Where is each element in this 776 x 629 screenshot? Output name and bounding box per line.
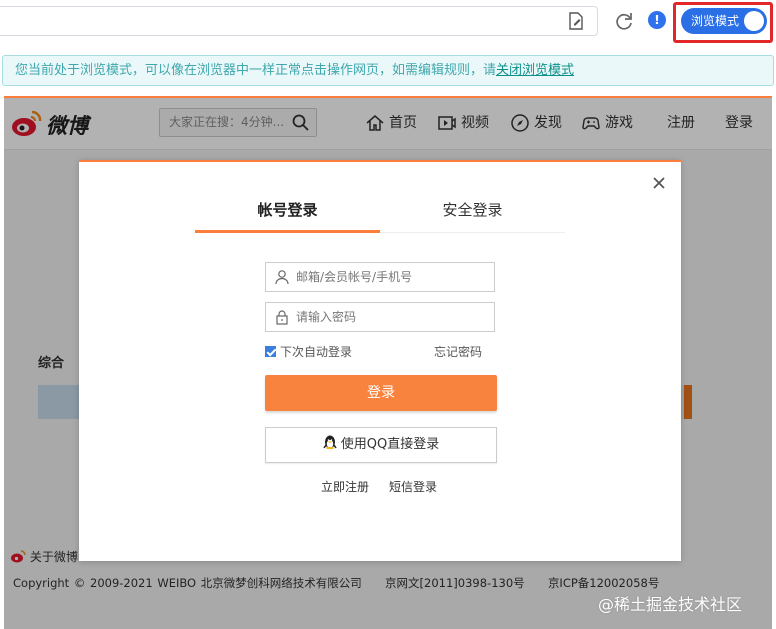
- qq-login-button[interactable]: 使用QQ直接登录: [265, 427, 497, 463]
- username-input[interactable]: [296, 267, 486, 287]
- sms-login-link[interactable]: 短信登录: [389, 478, 437, 495]
- screen: ! 浏览模式 您当前处于浏览模式，可以像在浏览器中一样正常点击操作网页，如需编辑…: [0, 0, 776, 629]
- refresh-icon[interactable]: [613, 10, 635, 32]
- forgot-password-link[interactable]: 忘记密码: [434, 343, 482, 360]
- login-button[interactable]: 登录: [265, 375, 497, 411]
- browse-mode-notice: 您当前处于浏览模式，可以像在浏览器中一样正常点击操作网页，如需编辑规则，请关闭浏…: [2, 55, 774, 86]
- remember-label: 下次自动登录: [280, 345, 353, 359]
- info-icon[interactable]: !: [648, 11, 666, 29]
- toggle-knob: [744, 11, 764, 31]
- remember-me[interactable]: 下次自动登录: [265, 343, 352, 360]
- browser-toolbar: ! 浏览模式: [0, 0, 776, 46]
- address-bar[interactable]: [0, 6, 598, 36]
- lock-icon: [276, 310, 288, 325]
- login-modal: 帐号登录 安全登录 下次自动登录 忘记密码 登录: [79, 160, 681, 561]
- tab-account-login[interactable]: 帐号登录: [195, 199, 380, 220]
- browse-mode-label: 浏览模式: [691, 14, 740, 28]
- notice-text: 您当前处于浏览模式，可以像在浏览器中一样正常点击操作网页，如需编辑规则，请: [15, 63, 497, 78]
- close-icon[interactable]: [652, 176, 666, 190]
- username-field[interactable]: [265, 262, 495, 292]
- close-browse-mode-link[interactable]: 关闭浏览模式: [496, 63, 574, 78]
- password-input[interactable]: [296, 307, 486, 327]
- edit-page-icon[interactable]: [566, 11, 586, 31]
- user-icon: [275, 270, 289, 285]
- browse-mode-toggle[interactable]: 浏览模式: [681, 8, 767, 34]
- remember-checkbox[interactable]: [265, 346, 276, 357]
- active-tab-indicator: [195, 230, 380, 233]
- register-link[interactable]: 立即注册: [321, 478, 369, 495]
- qq-login-label: 使用QQ直接登录: [340, 437, 440, 452]
- login-tabs: 帐号登录 安全登录: [195, 188, 565, 233]
- qq-penguin-icon: [323, 435, 337, 449]
- password-field[interactable]: [265, 302, 495, 332]
- watermark: @稀土掘金技术社区: [598, 595, 743, 614]
- tab-secure-login[interactable]: 安全登录: [380, 199, 565, 220]
